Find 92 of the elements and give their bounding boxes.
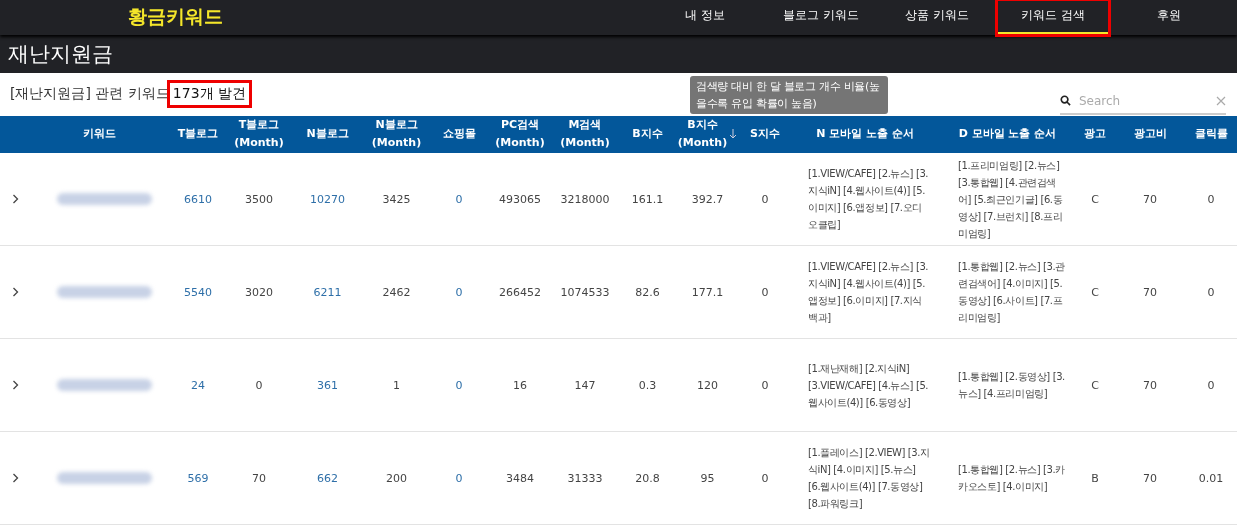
summary-text: [재난지원금] 관련 키워드 xyxy=(10,85,170,104)
table-cell-text: 16 xyxy=(513,377,527,394)
nav-tab[interactable]: 내 정보 xyxy=(649,0,761,35)
table-cell-text: 0 xyxy=(761,191,769,208)
column-header[interactable]: 키워드 xyxy=(82,125,116,144)
chevron-icon[interactable] xyxy=(11,194,19,204)
table-cell-text: [1.플레이스] [2.VIEW] [3.지식iN] [4.이미지] [5.뉴스] [6.웹사이트(4)] [7.동영상] [8.파워링크] xyxy=(808,446,930,511)
count-link[interactable]: 569 xyxy=(187,469,209,487)
brand-logo[interactable]: 황금키워드 xyxy=(0,0,350,35)
table-cell-text: 392.7 xyxy=(691,191,724,208)
column-header[interactable]: PC검색 (Month) xyxy=(495,116,545,153)
nav-tab[interactable]: 상품 키워드 xyxy=(881,0,993,35)
column-header[interactable]: B지수 (Month) xyxy=(677,116,728,153)
column-header[interactable]: 쇼핑몰 xyxy=(442,125,476,144)
count-link[interactable]: 6211 xyxy=(313,283,342,301)
table-cell-text: [1.프리미엄링] [2.뉴스] [3.통합웹] [4.관련검색어] [5.최근인기글] [6.동영상] [7.브런치] [8.프리미엄링] xyxy=(958,158,1064,241)
table-cell-text: [1.통합웹] [2.동영상] [3.뉴스] [4.프리미엄링] xyxy=(958,370,1065,401)
table-cell-text: 70 xyxy=(1143,470,1157,487)
table-cell-text: 3425 xyxy=(382,191,411,208)
nav-tab[interactable]: 블로그 키워드 xyxy=(765,0,877,35)
table-cell-text: 70 xyxy=(1143,377,1157,394)
count-link[interactable]: 6610 xyxy=(184,190,212,208)
count-link[interactable]: 0 xyxy=(455,190,463,208)
table-cell-text: 266452 xyxy=(499,284,541,301)
table-cell-text: 3218000 xyxy=(560,191,610,208)
table-cell-text: 0 xyxy=(1207,284,1215,301)
column-header[interactable]: N 모바일 노출 순서 xyxy=(816,125,914,144)
chevron-icon[interactable] xyxy=(11,287,19,297)
count-link[interactable]: 0 xyxy=(455,469,463,487)
count-link[interactable]: 24 xyxy=(191,376,205,394)
tooltip: 검색량 대비 한 달 블로그 개수 비율(높을수록 유입 확률이 높음) xyxy=(690,75,888,114)
count-link[interactable]: 5540 xyxy=(184,283,212,301)
table-cell-text: 493065 xyxy=(499,191,541,208)
table-cell-text: 1 xyxy=(393,377,400,394)
table-cell-text: 147 xyxy=(574,377,596,394)
table-cell-text: [1.통합웹] [2.뉴스] [3.카카오스토] [4.이미지] xyxy=(958,463,1065,494)
column-header[interactable]: 광고비 xyxy=(1133,125,1167,144)
count-link[interactable]: 361 xyxy=(317,376,338,394)
table-cell-text: C xyxy=(1091,191,1099,208)
table-cell-text: B xyxy=(1091,470,1099,487)
table-cell-text: 82.6 xyxy=(635,284,660,301)
count-link[interactable]: 662 xyxy=(317,469,338,487)
column-header[interactable]: 클릭률 xyxy=(1194,125,1228,144)
column-header[interactable]: T블로그 (Month) xyxy=(234,116,284,153)
table-cell-text: [1.VIEW/CAFE] [2.뉴스] [3.지식iN] [4.웹사이트(4)] [5.이미지] [6.앱정보] [7.오디오클립] xyxy=(808,167,930,232)
table-cell-text: 3500 xyxy=(245,191,273,208)
column-header[interactable]: T블로그 xyxy=(177,125,219,144)
table-cell-text: 2462 xyxy=(382,284,411,301)
table-cell-text: 0.01 xyxy=(1198,470,1224,487)
column-header[interactable]: N블로그 (Month) xyxy=(371,116,422,153)
table-cell-text: 0 xyxy=(255,377,263,394)
table-cell-text: C xyxy=(1091,284,1099,301)
table-cell-text: 3484 xyxy=(506,470,534,487)
sort-arrow-icon[interactable] xyxy=(729,129,738,140)
table-cell-text: 0 xyxy=(1207,191,1215,208)
column-header[interactable]: 광고 xyxy=(1084,125,1106,144)
table-cell-text: 161.1 xyxy=(631,191,664,208)
table-cell-text: 0 xyxy=(761,470,769,487)
column-header[interactable]: N블로그 xyxy=(306,125,349,144)
chevron-icon[interactable] xyxy=(11,380,19,390)
table-cell-text: 70 xyxy=(1143,191,1157,208)
chevron-icon[interactable] xyxy=(11,473,19,483)
result-count: 173개 발견 xyxy=(169,83,249,106)
table-cell-text: 0.3 xyxy=(638,377,657,394)
column-header[interactable]: B지수 xyxy=(632,125,663,144)
count-link[interactable]: 0 xyxy=(455,283,463,301)
table-cell-text: 0 xyxy=(1207,377,1215,394)
table-cell-text: 95 xyxy=(700,470,715,487)
nav-tab[interactable]: 후원 xyxy=(1113,0,1225,35)
table-cell-text: 70 xyxy=(252,470,266,487)
column-header[interactable]: D 모바일 노출 순서 xyxy=(958,125,1057,144)
table-cell-text: 200 xyxy=(386,470,407,487)
table-cell-text: [1.재난재해] [2.지식iN] [3.VIEW/CAFE] [4.뉴스] [5.웹사이트(4)] [6.동영상] xyxy=(808,361,930,410)
column-header[interactable]: M검색 (Month) xyxy=(560,116,610,153)
table-cell-text: C xyxy=(1091,377,1099,394)
column-header[interactable]: S지수 xyxy=(750,125,780,144)
count-link[interactable]: 0 xyxy=(455,376,463,394)
nav-tab[interactable]: 키워드 검색 xyxy=(997,0,1109,35)
table-cell-text: 70 xyxy=(1143,284,1157,301)
table-cell-text: 177.1 xyxy=(691,284,724,301)
table-cell-text: 31333 xyxy=(567,470,603,487)
table-cell-text: 3020 xyxy=(245,284,273,301)
table-cell-text: 0 xyxy=(761,284,769,301)
table-cell-text: 1074533 xyxy=(560,284,610,301)
table-cell-text: [1.VIEW/CAFE] [2.뉴스] [3.지식iN] [4.웹사이트(4)] [5.앱정보] [6.이미지] [7.지식백과] xyxy=(808,260,930,325)
table-cell-text: 20.8 xyxy=(635,470,660,487)
table-cell-text: 120 xyxy=(697,377,718,394)
table-cell-text: 0 xyxy=(761,377,769,394)
count-link[interactable]: 10270 xyxy=(310,190,345,208)
table-cell-text: [1.통합웹] [2.뉴스] [3.관련검색어] [4.이미지] [5.동영상] [6.사이트] [7.프리미엄링] xyxy=(958,260,1065,325)
page-title: 재난지원금 xyxy=(0,34,1237,73)
search-icon xyxy=(1060,95,1071,107)
